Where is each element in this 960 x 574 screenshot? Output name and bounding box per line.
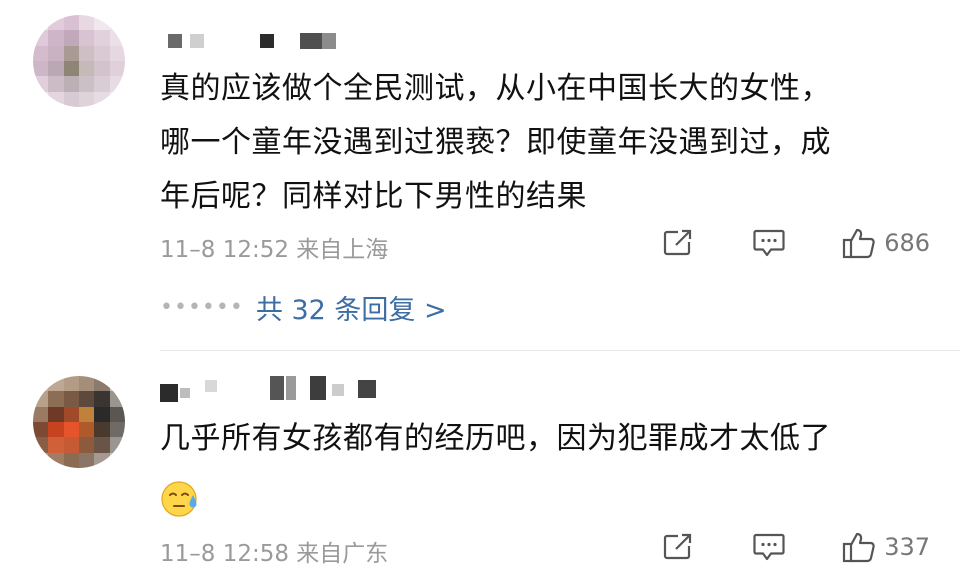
thumbs-up-icon <box>843 532 875 563</box>
replies-row: •••••• 共 32 条回复 > <box>160 288 447 327</box>
dots-decoration: •••••• <box>160 295 244 320</box>
divider <box>160 350 960 351</box>
avatar[interactable] <box>33 15 125 107</box>
comment-text-line: 哪一个童年没遇到过猥亵？即使童年没遇到过，成 <box>160 125 831 160</box>
comment-text: 几乎所有女孩都有的经历吧，因为犯罪成才太低了 <box>160 412 940 466</box>
comment-item: 真的应该做个全民测试，从小在中国长大的女性， 哪一个童年没遇到过猥亵？即使童年没… <box>0 0 960 352</box>
thumbs-up-icon <box>843 228 875 259</box>
like-button[interactable]: 337 <box>842 531 930 563</box>
like-count: 686 <box>884 229 930 257</box>
comment-text-line: 真的应该做个全民测试，从小在中国长大的女性， <box>160 71 831 106</box>
comment-actions: 686 <box>662 226 930 260</box>
comment-meta: 11–8 12:58 来自广东 <box>160 541 389 567</box>
comment-text-line: 几乎所有女孩都有的经历吧，因为犯罪成才太低了 <box>160 421 831 456</box>
comment-item: 几乎所有女孩都有的经历吧，因为犯罪成才太低了 11–8 12:58 来自广东 3… <box>0 352 960 574</box>
view-replies-link[interactable]: 共 32 条回复 > <box>256 288 447 327</box>
share-icon[interactable] <box>662 229 694 257</box>
sweat-face-emoji <box>161 481 197 517</box>
like-button[interactable]: 686 <box>842 227 930 259</box>
reply-icon[interactable] <box>752 228 786 258</box>
comment-text: 真的应该做个全民测试，从小在中国长大的女性， 哪一个童年没遇到过猥亵？即使童年没… <box>160 62 940 224</box>
share-icon[interactable] <box>662 533 694 561</box>
comment-text-line: 年后呢？同样对比下男性的结果 <box>160 179 587 214</box>
comment-actions: 337 <box>662 530 930 564</box>
comment-meta: 11–8 12:52 来自上海 <box>160 237 389 263</box>
like-count: 337 <box>884 533 930 561</box>
reply-icon[interactable] <box>752 532 786 562</box>
avatar[interactable] <box>33 376 125 468</box>
